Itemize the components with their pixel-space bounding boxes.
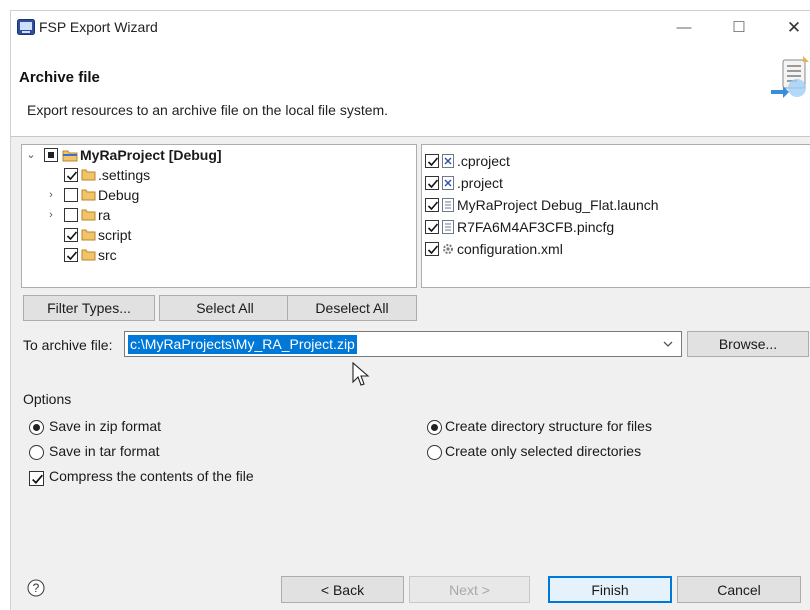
tree-item-label: src [98,247,117,263]
tree-item-label: Debug [98,187,140,203]
options-group-label: Options [23,391,72,407]
browse-button[interactable]: Browse... [687,331,809,357]
app-icon [17,19,35,35]
create-structure-label: Create directory structure for files [445,418,652,434]
tree-item-ra[interactable]: › ra [22,205,416,225]
window-title: FSP Export Wizard [39,19,158,35]
file-item-checkbox[interactable] [425,242,439,256]
wizard-header: Archive file Export resources to an arch… [11,45,810,137]
tree-root-checkbox[interactable] [44,148,58,162]
file-item-checkbox[interactable] [425,198,439,212]
create-selected-radio[interactable] [427,445,442,460]
file-item-label: R7FA6M4AF3CFB.pincfg [457,219,615,235]
gear-file-icon [443,244,453,254]
xml-file-icon [442,176,454,190]
folder-icon [81,209,96,221]
file-item-label: .cproject [457,153,510,169]
chevron-right-icon[interactable]: › [46,185,56,205]
file-item-configuration[interactable]: configuration.xml [422,239,810,259]
file-item-label: .project [457,175,503,191]
tar-format-radio[interactable] [29,445,44,460]
cancel-button[interactable]: Cancel [677,576,801,603]
folder-icon [81,229,96,241]
tree-item-debug[interactable]: › Debug [22,185,416,205]
tree-item-src[interactable]: src [22,245,416,265]
select-all-button[interactable]: Select All [159,295,291,321]
xml-file-icon [442,154,454,168]
tree-item-checkbox[interactable] [64,248,78,262]
folder-icon [81,189,96,201]
back-button[interactable]: < Back [281,576,404,603]
file-item-launch[interactable]: MyRaProject Debug_Flat.launch [422,195,810,215]
tree-item-label: ra [98,207,111,223]
file-item-project[interactable]: .project [422,173,810,193]
tree-item-checkbox[interactable] [64,188,78,202]
tree-item-checkbox[interactable] [64,208,78,222]
page-description: Export resources to an archive file on t… [27,102,389,118]
folder-icon [81,169,96,181]
maximize-button[interactable]: ☐ [716,13,762,43]
text-file-icon [442,220,454,234]
tree-item-label: script [98,227,132,243]
folder-icon [81,249,96,261]
svg-text:?: ? [33,581,40,595]
deselect-all-button[interactable]: Deselect All [287,295,417,321]
filter-types-button[interactable]: Filter Types... [23,295,155,321]
file-item-checkbox[interactable] [425,176,439,190]
minimize-button[interactable]: — [661,13,707,43]
zip-format-label: Save in zip format [49,418,162,434]
tree-item-settings[interactable]: .settings [22,165,416,185]
tree-root-label: MyRaProject [Debug] [80,147,222,163]
file-item-checkbox[interactable] [425,154,439,168]
file-item-label: MyRaProject Debug_Flat.launch [457,197,659,213]
archive-file-input[interactable]: c:\MyRaProjects\My_RA_Project.zip [128,335,357,354]
compress-checkbox[interactable] [29,471,44,486]
chevron-down-icon[interactable] [661,336,675,352]
create-structure-radio[interactable] [427,420,442,435]
page-title: Archive file [19,69,100,86]
tree-root-row[interactable]: ⌄ MyRaProject [Debug] [22,145,416,165]
file-item-label: configuration.xml [457,241,563,257]
next-button[interactable]: Next > [409,576,530,603]
export-archive-icon [771,56,809,98]
finish-button[interactable]: Finish [548,576,672,603]
file-list[interactable]: .cproject .project MyRaProject Debug_Fla… [421,144,810,288]
help-icon[interactable]: ? [27,579,45,597]
project-folder-icon [62,150,78,162]
zip-format-radio[interactable] [29,420,44,435]
mouse-cursor-icon [352,361,370,386]
chevron-right-icon[interactable]: › [46,205,56,225]
chevron-down-icon[interactable]: ⌄ [26,145,36,165]
close-button[interactable]: ✕ [771,13,810,43]
tree-item-checkbox[interactable] [64,228,78,242]
resource-tree[interactable]: ⌄ MyRaProject [Debug] .settings › Debug [21,144,417,288]
text-file-icon [442,198,454,212]
archive-file-combo[interactable]: c:\MyRaProjects\My_RA_Project.zip [124,331,682,357]
export-wizard-window: FSP Export Wizard — ☐ ✕ Archive file Exp… [10,10,810,610]
archive-file-label: To archive file: [23,337,113,353]
file-item-cproject[interactable]: .cproject [422,151,810,171]
create-selected-label: Create only selected directories [445,443,642,459]
tar-format-label: Save in tar format [49,443,160,459]
tree-item-checkbox[interactable] [64,168,78,182]
file-item-checkbox[interactable] [425,220,439,234]
tree-item-script[interactable]: script [22,225,416,245]
file-item-pincfg[interactable]: R7FA6M4AF3CFB.pincfg [422,217,810,237]
title-bar: FSP Export Wizard — ☐ ✕ [11,11,810,45]
compress-label: Compress the contents of the file [49,468,254,484]
tree-item-label: .settings [98,167,151,183]
